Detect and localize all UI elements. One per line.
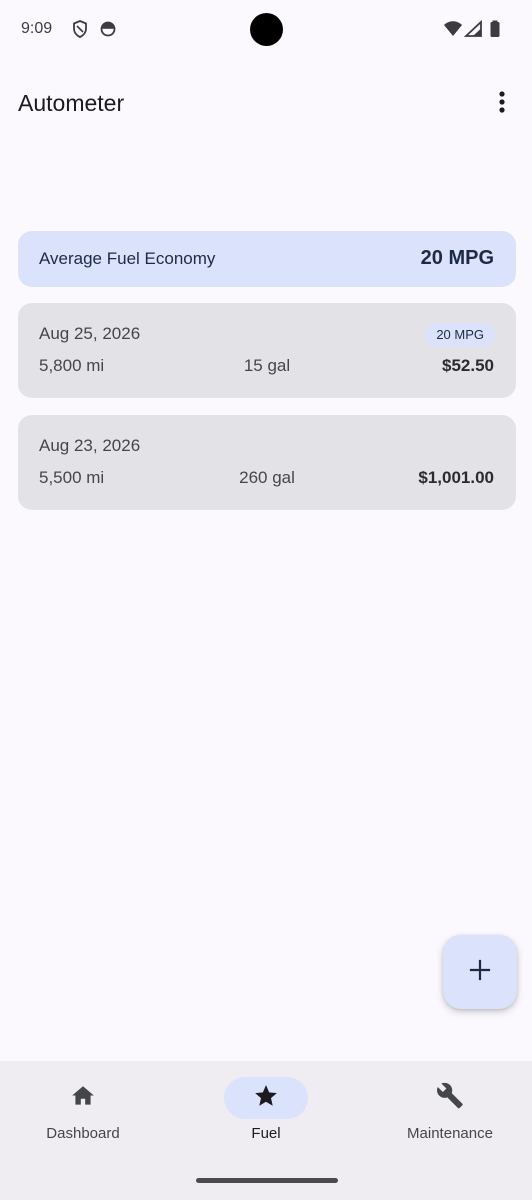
circle-status-icon [98, 19, 118, 39]
nav-indicator [41, 1077, 125, 1119]
nav-label-dashboard: Dashboard [46, 1125, 120, 1142]
app-title: Autometer [18, 90, 125, 116]
wrench-icon [436, 1082, 464, 1115]
camera-cutout [250, 13, 283, 46]
nav-label-maintenance: Maintenance [407, 1125, 493, 1142]
star-icon [253, 1083, 279, 1114]
status-time: 9:09 [21, 20, 53, 37]
nav-item-fuel[interactable]: Fuel [186, 1061, 346, 1161]
entry-date: Aug 23, 2026 [39, 436, 141, 455]
entry-cost: $52.50 [442, 356, 494, 375]
battery-icon [485, 19, 505, 39]
nav-label-fuel: Fuel [251, 1125, 281, 1142]
wifi-icon [443, 19, 463, 39]
more-vert-icon [499, 90, 505, 119]
nav-indicator-active [224, 1077, 308, 1119]
shield-icon [70, 19, 90, 39]
fuel-entry-card[interactable]: Aug 25, 2026 20 MPG 5,800 mi 15 gal $52.… [18, 303, 516, 398]
entry-odometer: 5,500 mi [39, 468, 105, 487]
summary-label: Average Fuel Economy [39, 249, 216, 268]
average-fuel-economy-card: Average Fuel Economy 20 MPG [18, 231, 516, 287]
app-bar: Autometer [0, 76, 532, 132]
status-bar: 9:09 [0, 0, 532, 60]
nav-indicator [408, 1077, 492, 1119]
nav-item-maintenance[interactable]: Maintenance [370, 1061, 530, 1161]
summary-value: 20 MPG [420, 247, 494, 269]
add-fuel-entry-button[interactable] [443, 935, 517, 1009]
screen: 9:09 Autometer Average Fuel Economy 20 M… [0, 0, 532, 1200]
home-icon [70, 1083, 96, 1114]
entry-cost: $1,001.00 [418, 468, 494, 487]
entry-date: Aug 25, 2026 [39, 324, 141, 343]
cell-signal-icon [463, 19, 484, 39]
add-icon [469, 959, 491, 986]
entry-mpg-badge: 20 MPG [425, 323, 495, 347]
fuel-entry-card[interactable]: Aug 23, 2026 5,500 mi 260 gal $1,001.00 [18, 415, 516, 510]
more-options-button[interactable] [488, 88, 516, 120]
entry-odometer: 5,800 mi [39, 356, 105, 375]
gesture-navigation-bar[interactable] [196, 1178, 338, 1183]
nav-item-dashboard[interactable]: Dashboard [3, 1061, 163, 1161]
